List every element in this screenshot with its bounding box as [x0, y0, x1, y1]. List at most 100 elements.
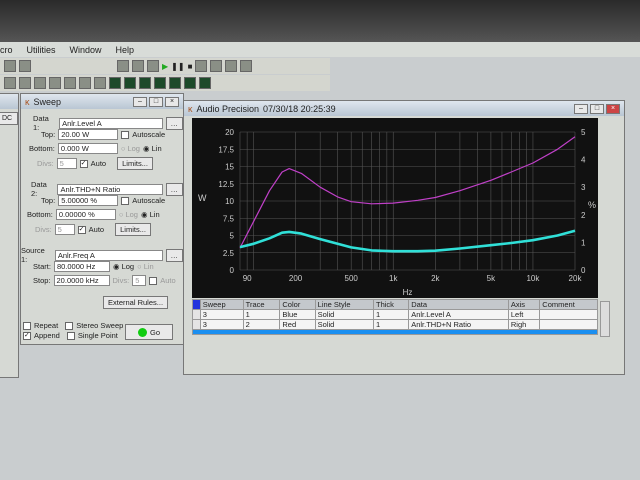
data1-lin-radio[interactable]: ◉ Lin: [143, 144, 162, 153]
data2-auto-checkbox[interactable]: ✓: [77, 225, 86, 234]
table-cell[interactable]: Righ: [507, 319, 541, 330]
data1-browse-button[interactable]: …: [165, 116, 183, 130]
table-row-new[interactable]: [192, 329, 598, 335]
table-cell[interactable]: 1: [372, 319, 410, 330]
stereo-sweep-checkbox[interactable]: [65, 321, 74, 330]
table-row[interactable]: 3 1 Blue Solid 1 Anlr.Level A Left: [192, 309, 598, 320]
toolbar-button[interactable]: [132, 60, 144, 72]
dc-button[interactable]: DC: [0, 112, 18, 125]
source1-auto-checkbox[interactable]: [149, 276, 158, 285]
source1-divs-field[interactable]: 5: [132, 275, 147, 286]
close-button[interactable]: ×: [606, 103, 620, 114]
row-selector[interactable]: [192, 319, 201, 330]
data2-bottom-field[interactable]: 0.00000 %: [55, 209, 116, 220]
graph-button[interactable]: [169, 77, 181, 89]
data1-divs-field[interactable]: 5: [56, 158, 77, 169]
row-selector[interactable]: [192, 309, 201, 320]
data2-limits-button[interactable]: Limits...: [115, 223, 151, 236]
table-cell[interactable]: [539, 319, 598, 330]
pause-icon[interactable]: ❚❚: [171, 62, 184, 71]
source1-start-field[interactable]: 80.0000 Hz: [53, 261, 110, 272]
table-cell[interactable]: Solid: [314, 309, 374, 320]
source1-lin-radio[interactable]: ○ Lin: [137, 262, 154, 271]
table-cell[interactable]: 1: [242, 309, 281, 320]
table-cell[interactable]: Anlr.Level A: [408, 309, 509, 320]
toolbar-button[interactable]: [225, 60, 238, 72]
graph-button[interactable]: [154, 77, 166, 89]
repeat-checkbox[interactable]: [23, 321, 31, 330]
graph-button[interactable]: [109, 77, 121, 89]
column-header[interactable]: Comment: [539, 299, 598, 310]
toolbar-button[interactable]: [210, 60, 223, 72]
data1-field[interactable]: Anlr.Level A: [59, 117, 163, 129]
data2-log-radio[interactable]: ○ Log: [119, 210, 138, 219]
data1-auto-checkbox[interactable]: ✓: [79, 159, 88, 168]
column-header[interactable]: Axis: [507, 299, 541, 310]
menu-utilities[interactable]: Utilities: [27, 45, 56, 55]
toolbar-button[interactable]: [94, 77, 106, 89]
column-header[interactable]: Thick: [372, 299, 410, 310]
maximize-button[interactable]: □: [590, 103, 604, 114]
toolbar-button[interactable]: [4, 77, 16, 89]
toolbar-button[interactable]: [4, 60, 16, 72]
single-point-checkbox[interactable]: [66, 331, 75, 340]
column-header[interactable]: Line Style: [314, 299, 374, 310]
go-button[interactable]: Go: [125, 324, 173, 340]
menu-help[interactable]: Help: [116, 45, 135, 55]
graph-button[interactable]: [124, 77, 136, 89]
toolbar-button[interactable]: [195, 60, 208, 72]
external-rules-button[interactable]: External Rules...: [103, 296, 169, 309]
source1-stop-field[interactable]: 20.0000 kHz: [53, 275, 110, 286]
toolbar-button[interactable]: [19, 77, 31, 89]
table-cell[interactable]: Red: [279, 319, 316, 330]
graph-button[interactable]: [184, 77, 196, 89]
data1-limits-button[interactable]: Limits...: [117, 157, 153, 170]
toolbar-button[interactable]: [240, 60, 253, 72]
table-scrollbar[interactable]: [600, 301, 610, 337]
toolbar-button[interactable]: [19, 60, 31, 72]
table-cell[interactable]: Anlr.THD+N Ratio: [408, 319, 509, 330]
column-header[interactable]: Sweep: [199, 299, 244, 310]
source1-log-radio[interactable]: ◉ Log: [113, 262, 134, 271]
toolbar-button[interactable]: [117, 60, 129, 72]
data2-lin-radio[interactable]: ◉ Lin: [141, 210, 160, 219]
play-icon[interactable]: ▶: [162, 62, 168, 71]
table-cell[interactable]: Left: [507, 309, 541, 320]
toolbar-button[interactable]: [34, 77, 46, 89]
minimize-button[interactable]: –: [133, 96, 147, 107]
data2-field[interactable]: Anlr.THD+N Ratio: [57, 183, 163, 195]
table-cell[interactable]: 2: [242, 319, 281, 330]
source1-browse-button[interactable]: …: [165, 248, 183, 262]
toolbar-button[interactable]: [49, 77, 61, 89]
table-cell[interactable]: 3: [199, 319, 244, 330]
menu-window[interactable]: Window: [70, 45, 102, 55]
data2-divs-field[interactable]: 5: [54, 224, 75, 235]
column-header[interactable]: Color: [279, 299, 316, 310]
graph-button[interactable]: [199, 77, 211, 89]
minimize-button[interactable]: –: [574, 103, 588, 114]
table-cell[interactable]: [539, 309, 598, 320]
stop-icon[interactable]: ■: [188, 62, 193, 71]
toolbar-button[interactable]: [79, 77, 91, 89]
data2-top-field[interactable]: 5.00000 %: [58, 195, 119, 206]
column-header[interactable]: Data: [408, 299, 509, 310]
append-checkbox[interactable]: ✓: [23, 331, 31, 340]
table-cell[interactable]: Blue: [279, 309, 316, 320]
source1-field[interactable]: Anlr.Freq A: [54, 249, 163, 261]
toolbar-button[interactable]: [64, 77, 76, 89]
data1-log-radio[interactable]: ○ Log: [121, 144, 140, 153]
data2-autoscale-checkbox[interactable]: [121, 196, 130, 205]
toolbar-button[interactable]: [147, 60, 159, 72]
data1-top-field[interactable]: 20.00 W: [58, 129, 119, 140]
graph-button[interactable]: [139, 77, 151, 89]
data1-bottom-field[interactable]: 0.000 W: [57, 143, 118, 154]
close-button[interactable]: ×: [165, 96, 179, 107]
data2-browse-button[interactable]: …: [165, 182, 183, 196]
table-cell[interactable]: 3: [199, 309, 244, 320]
table-row[interactable]: 3 2 Red Solid 1 Anlr.THD+N Ratio Righ: [192, 319, 598, 330]
table-cell[interactable]: Solid: [314, 319, 374, 330]
column-header[interactable]: Trace: [242, 299, 281, 310]
data1-autoscale-checkbox[interactable]: [121, 130, 130, 139]
select-all-cell[interactable]: [192, 299, 201, 310]
maximize-button[interactable]: □: [149, 96, 163, 107]
